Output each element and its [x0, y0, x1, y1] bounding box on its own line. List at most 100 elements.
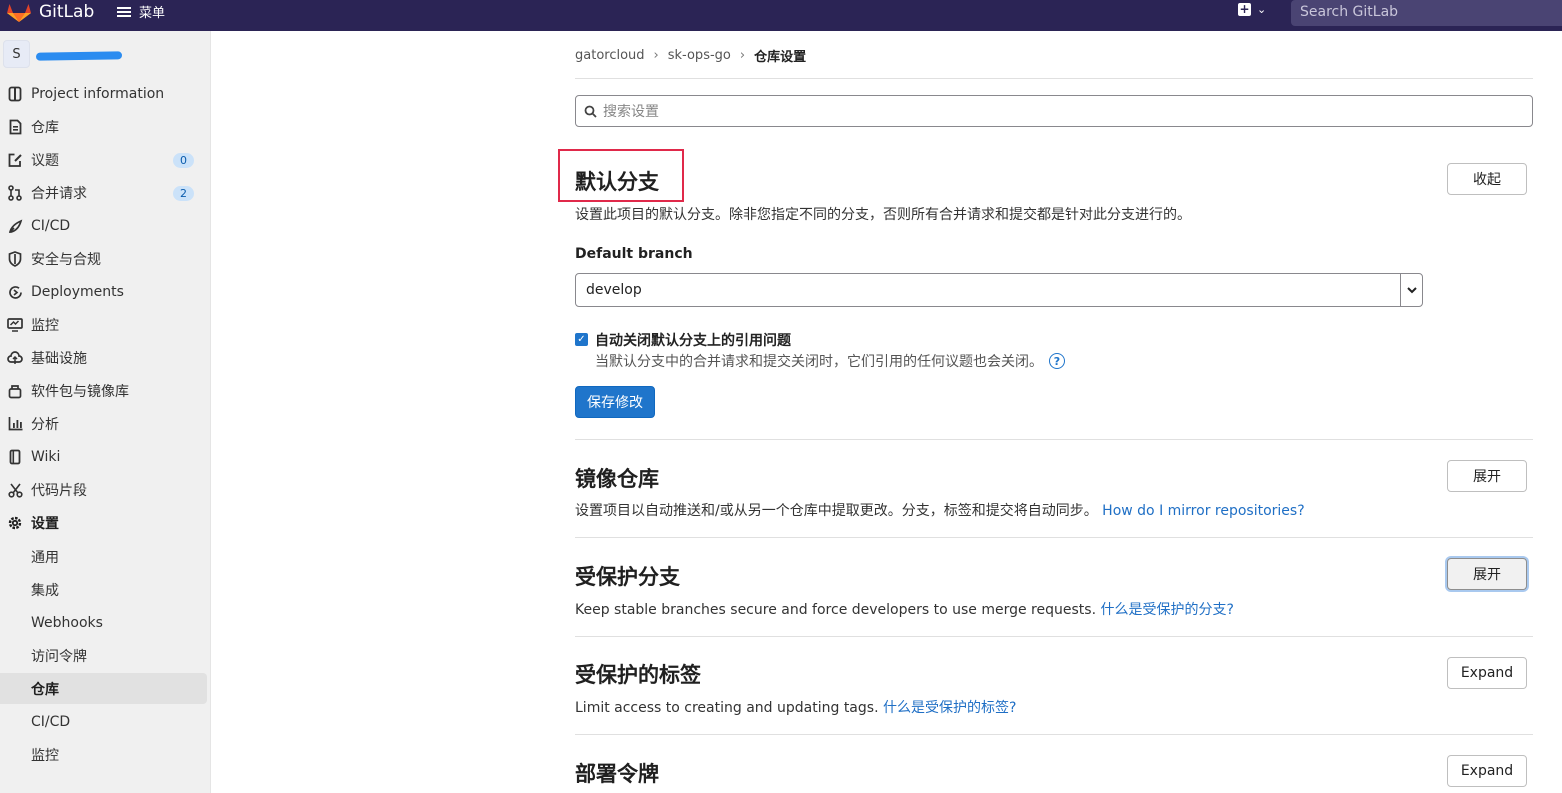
chevron-right-icon: ›: [739, 48, 746, 63]
top-navbar: GitLab 菜单 + ⌄ Search GitLab: [0, 0, 1562, 31]
merge-requests-count-badge: 2: [173, 186, 194, 201]
sidebar-item-label: 合并请求: [31, 186, 87, 202]
sidebar-item-label: Project information: [31, 86, 165, 102]
new-dropdown-button[interactable]: + ⌄: [1238, 3, 1266, 16]
save-changes-button[interactable]: 保存修改: [575, 386, 655, 418]
sidebar-item-analytics[interactable]: 分析: [0, 409, 207, 439]
settings-search-input[interactable]: 搜索设置: [575, 95, 1533, 127]
divider: [575, 439, 1533, 440]
issues-count-badge: 0: [173, 153, 194, 168]
sidebar-item-label: 分析: [31, 417, 59, 433]
divider: [575, 636, 1533, 637]
divider: [575, 537, 1533, 538]
expand-protected-branches-button[interactable]: 展开: [1447, 558, 1527, 590]
sidebar-item-label: Deployments: [31, 284, 124, 300]
sidebar-item-repository[interactable]: 仓库: [0, 112, 207, 142]
sidebar-item-infrastructure[interactable]: 基础设施: [0, 343, 207, 373]
section-title-deploy-tokens: 部署令牌: [575, 762, 659, 786]
project-icon: [7, 86, 23, 102]
sidebar-subitem-cicd[interactable]: CI/CD: [0, 706, 207, 737]
sidebar-item-merge-requests[interactable]: 合并请求 2: [0, 178, 207, 208]
expand-mirror-button[interactable]: 展开: [1447, 460, 1527, 492]
expand-deploy-tokens-button[interactable]: Expand: [1447, 755, 1527, 787]
sidebar-item-label: Wiki: [31, 449, 61, 465]
menu-label: 菜单: [139, 6, 166, 21]
rocket-icon: [7, 218, 23, 234]
section-title-protected-branches: 受保护分支: [575, 565, 680, 589]
auto-close-help: 当默认分支中的合并请求和提交关闭时，它们引用的任何议题也会关闭。 ?: [595, 351, 1065, 371]
sidebar-item-cicd[interactable]: CI/CD: [0, 211, 207, 241]
section-title-default-branch: 默认分支: [575, 170, 659, 194]
sidebar-item-label: 监控: [31, 318, 59, 334]
package-icon: [7, 383, 23, 399]
hamburger-icon: [117, 6, 131, 17]
section-desc-mirror: 设置项目以自动推送和/或从另一个仓库中提取更改。分支，标签和提交将自动同步。 H…: [575, 500, 1305, 520]
sidebar-subitem-monitor[interactable]: 监控: [0, 739, 207, 770]
auto-close-help-text: 当默认分支中的合并请求和提交关闭时，它们引用的任何议题也会关闭。: [595, 354, 1043, 370]
logo-text: GitLab: [39, 2, 95, 22]
breadcrumb-current[interactable]: 仓库设置: [754, 46, 806, 65]
sidebar-item-label: 安全与合规: [31, 252, 101, 268]
mirror-help-link[interactable]: How do I mirror repositories?: [1102, 503, 1304, 519]
chevron-down-icon: [1400, 274, 1422, 306]
sidebar-subitem-repository[interactable]: 仓库: [0, 673, 207, 704]
protected-branches-help-link[interactable]: 什么是受保护的分支?: [1100, 602, 1233, 618]
tanuki-icon: [7, 4, 31, 22]
merge-request-icon: [7, 185, 23, 201]
auto-close-checkbox[interactable]: ✓: [575, 333, 588, 346]
sidebar-item-settings[interactable]: 设置: [0, 508, 207, 538]
protected-branches-desc-text: Keep stable branches secure and force de…: [575, 602, 1097, 618]
auto-close-label[interactable]: 自动关闭默认分支上的引用问题: [595, 330, 791, 350]
breadcrumb-project[interactable]: sk-ops-go: [668, 48, 731, 63]
sidebar-item-label: 基础设施: [31, 351, 87, 367]
chevron-down-icon: ⌄: [1257, 3, 1267, 16]
chart-icon: [7, 416, 23, 432]
sidebar-item-packages[interactable]: 软件包与镜像库: [0, 376, 207, 406]
monitor-icon: [7, 317, 23, 333]
search-icon: [584, 105, 597, 118]
sidebar-subitem-integrations[interactable]: 集成: [0, 574, 207, 605]
sidebar-item-monitor[interactable]: 监控: [0, 310, 207, 340]
sidebar-item-label: 仓库: [31, 120, 59, 136]
sidebar-item-wiki[interactable]: Wiki: [0, 442, 207, 472]
expand-protected-tags-button[interactable]: Expand: [1447, 657, 1527, 689]
menu-button[interactable]: 菜单: [117, 2, 165, 21]
sidebar-item-label: 设置: [31, 516, 59, 532]
question-icon[interactable]: ?: [1049, 353, 1065, 369]
breadcrumb-group[interactable]: gatorcloud: [575, 48, 645, 63]
gitlab-logo[interactable]: GitLab: [6, 0, 94, 24]
collapse-button[interactable]: 收起: [1447, 163, 1527, 195]
sidebar-item-project-information[interactable]: Project information: [0, 79, 207, 109]
cloud-icon: [7, 350, 23, 366]
sidebar-subitem-general[interactable]: 通用: [0, 541, 207, 572]
gear-icon: [7, 515, 23, 531]
sidebar-item-label: 代码片段: [31, 483, 87, 499]
sidebar-project-header[interactable]: S: [0, 39, 211, 73]
project-avatar: S: [3, 40, 30, 68]
sidebar-item-label: CI/CD: [31, 218, 71, 234]
sidebar-item-issues[interactable]: 议题 0: [0, 145, 207, 175]
default-branch-label: Default branch: [575, 246, 693, 262]
default-branch-select[interactable]: develop: [575, 273, 1423, 307]
sidebar-item-security[interactable]: 安全与合规: [0, 244, 207, 274]
sidebar-item-snippets[interactable]: 代码片段: [0, 475, 207, 505]
issues-icon: [7, 152, 23, 168]
sidebar-subitem-webhooks[interactable]: Webhooks: [0, 607, 207, 638]
selected-branch: develop: [586, 282, 642, 298]
protected-tags-help-link[interactable]: 什么是受保护的标签?: [883, 700, 1016, 716]
sidebar: S Project information 仓库 议题 0 合并请求 2 CI/…: [0, 31, 211, 793]
divider: [575, 734, 1533, 735]
repository-icon: [7, 119, 23, 135]
snippet-icon: [7, 482, 23, 498]
global-search-input[interactable]: Search GitLab: [1291, 0, 1562, 26]
sidebar-subitem-access-tokens[interactable]: 访问令牌: [0, 640, 207, 671]
search-placeholder: 搜索设置: [603, 104, 659, 120]
section-title-protected-tags: 受保护的标签: [575, 663, 701, 687]
section-title-mirror: 镜像仓库: [575, 467, 659, 491]
sidebar-item-label: 软件包与镜像库: [31, 384, 129, 400]
shield-icon: [7, 251, 23, 267]
divider: [575, 78, 1533, 79]
section-desc-default-branch: 设置此项目的默认分支。除非您指定不同的分支，否则所有合并请求和提交都是针对此分支…: [575, 207, 1191, 223]
mirror-desc-text: 设置项目以自动推送和/或从另一个仓库中提取更改。分支，标签和提交将自动同步。: [575, 503, 1098, 519]
sidebar-item-deployments[interactable]: Deployments: [0, 277, 207, 307]
